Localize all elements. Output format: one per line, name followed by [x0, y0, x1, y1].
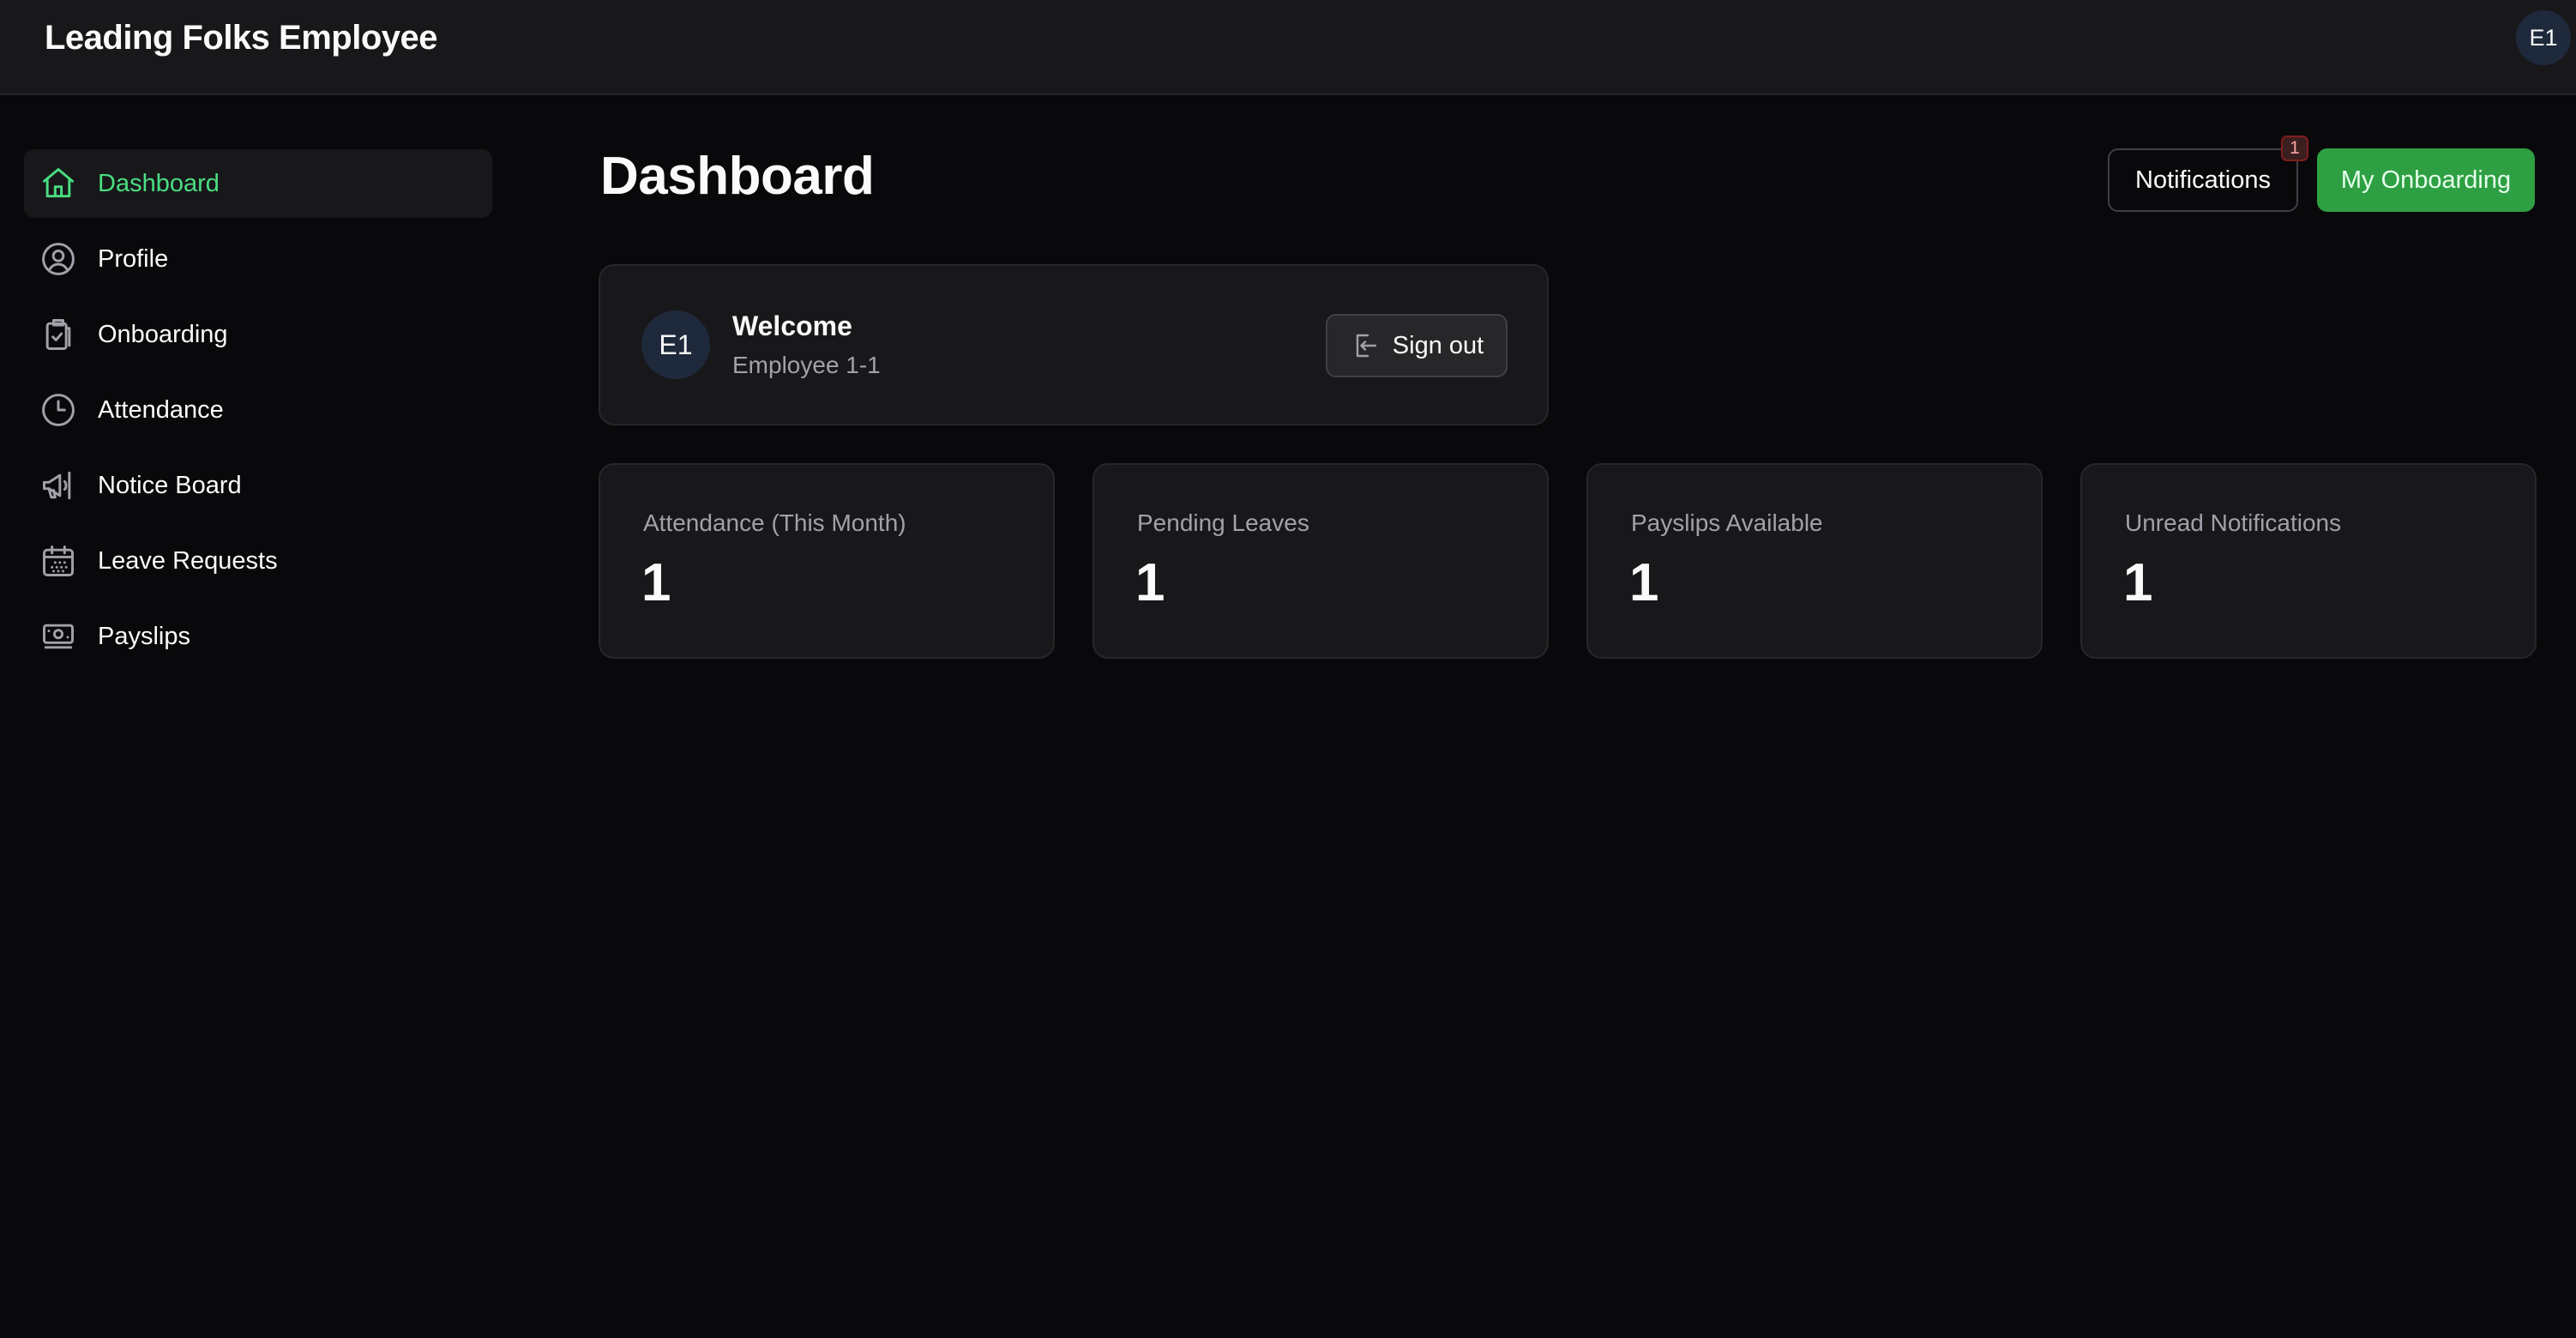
- avatar: E1: [641, 310, 710, 379]
- stat-card-unread-notifications: Unread Notifications 1: [2080, 463, 2537, 659]
- notifications-button[interactable]: Notifications: [2108, 148, 2298, 212]
- sidebar-item-label: Profile: [98, 244, 169, 273]
- stat-card-payslips: Payslips Available 1: [1586, 463, 2043, 659]
- sidebar-item-label: Attendance: [98, 395, 224, 424]
- notification-count-badge: 1: [2281, 136, 2308, 161]
- sidebar-item-notice-board[interactable]: Notice Board: [24, 451, 492, 520]
- stat-label: Payslips Available: [1631, 509, 1823, 536]
- sidebar-item-profile[interactable]: Profile: [24, 225, 492, 293]
- sidebar-item-label: Dashboard: [98, 169, 220, 197]
- stat-label: Unread Notifications: [2125, 509, 2342, 536]
- sidebar-item-onboarding[interactable]: Onboarding: [24, 300, 492, 369]
- app-title: Leading Folks Employee: [45, 19, 438, 57]
- stat-value: 1: [1135, 553, 1165, 612]
- stat-value: 1: [1629, 553, 1659, 612]
- my-onboarding-button[interactable]: My Onboarding: [2317, 148, 2535, 212]
- stat-label: Attendance (This Month): [643, 509, 906, 536]
- sidebar-nav: Dashboard Profile Onboarding Attendance: [24, 149, 492, 678]
- sign-out-icon: [1356, 334, 1376, 358]
- sidebar-item-label: Notice Board: [98, 471, 242, 499]
- calendar-icon: [39, 542, 77, 580]
- welcome-card: E1 Welcome Employee 1-1 Sign out: [599, 264, 1549, 425]
- sign-out-label: Sign out: [1392, 331, 1484, 359]
- megaphone-icon: [39, 467, 77, 504]
- user-avatar[interactable]: E1: [2516, 10, 2571, 65]
- stat-value: 1: [641, 553, 671, 612]
- sidebar-item-label: Payslips: [98, 622, 190, 650]
- stat-card-pending-leaves: Pending Leaves 1: [1092, 463, 1549, 659]
- page-title: Dashboard: [600, 147, 875, 206]
- clock-icon: [39, 391, 77, 429]
- sidebar-item-label: Leave Requests: [98, 546, 278, 575]
- welcome-title: Welcome: [732, 310, 852, 341]
- sidebar-item-leave-requests[interactable]: Leave Requests: [24, 527, 492, 595]
- banknote-icon: [39, 618, 77, 655]
- sidebar-item-label: Onboarding: [98, 320, 228, 348]
- employee-name: Employee 1-1: [732, 352, 881, 378]
- top-bar: Leading Folks Employee E1: [0, 0, 2576, 95]
- sidebar-item-dashboard[interactable]: Dashboard: [24, 149, 492, 218]
- stat-label: Pending Leaves: [1137, 509, 1309, 536]
- stat-card-attendance: Attendance (This Month) 1: [599, 463, 1055, 659]
- clipboard-check-icon: [39, 316, 77, 353]
- sign-out-button[interactable]: Sign out: [1326, 314, 1508, 377]
- stat-value: 1: [2123, 553, 2153, 612]
- sidebar-item-attendance[interactable]: Attendance: [24, 376, 492, 444]
- sidebar-item-payslips[interactable]: Payslips: [24, 602, 492, 671]
- user-circle-icon: [39, 240, 77, 278]
- home-icon: [39, 165, 77, 202]
